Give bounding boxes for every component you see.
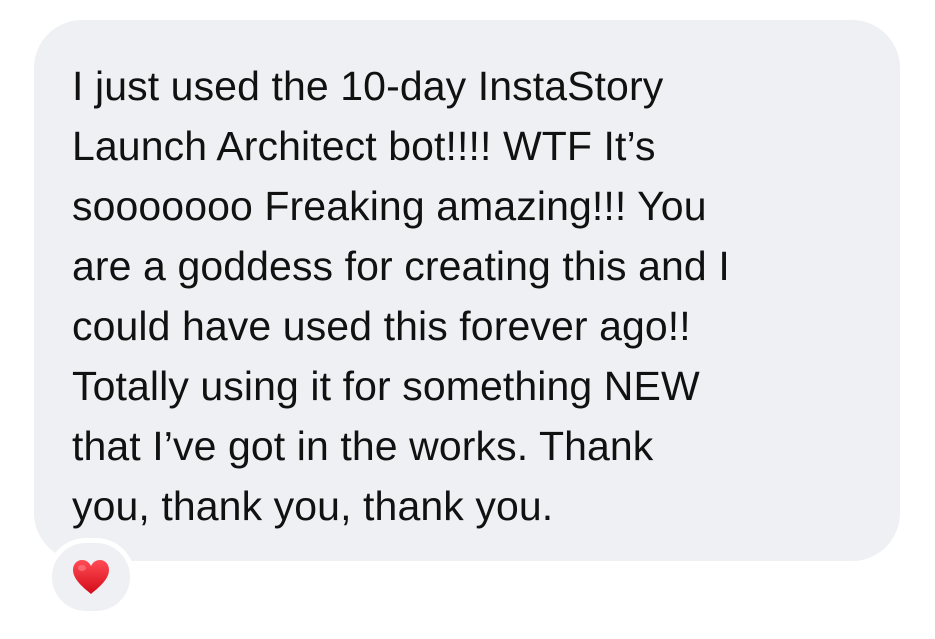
message-bubble[interactable]: I just used the 10-day InstaStory Launch… bbox=[34, 20, 900, 561]
message-line-8: you, thank you, thank you. bbox=[72, 483, 554, 529]
message-line-2: Launch Architect bot!!!! WTF It’s bbox=[72, 123, 656, 169]
message-line-6: Totally using it for something NEW bbox=[72, 363, 700, 409]
message-line-4: are a goddess for creating this and I bbox=[72, 243, 730, 289]
message-line-7: that I’ve got in the works. Thank bbox=[72, 423, 654, 469]
message-line-1: I just used the 10-day InstaStory bbox=[72, 63, 664, 109]
heart-icon bbox=[73, 560, 109, 594]
reaction-badge[interactable] bbox=[47, 538, 135, 616]
message-line-3: sooooooo Freaking amazing!!! You bbox=[72, 183, 707, 229]
message-line-5: could have used this forever ago!! bbox=[72, 303, 691, 349]
